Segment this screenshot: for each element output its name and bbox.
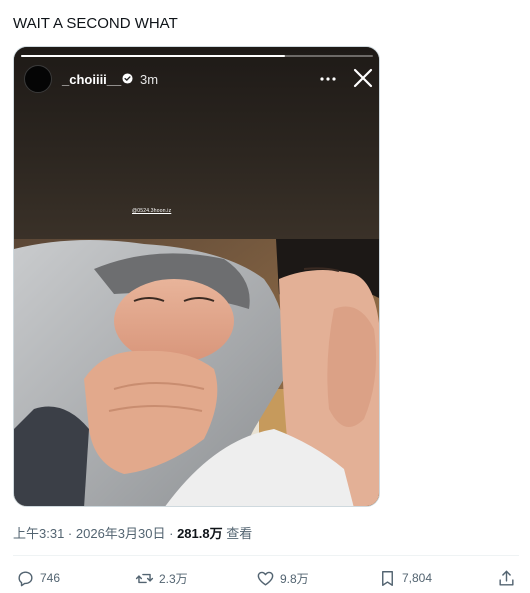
share-icon bbox=[499, 570, 514, 586]
story-progress-fill bbox=[21, 55, 285, 57]
reply-button[interactable]: 746 bbox=[16, 568, 60, 588]
like-heart-icon bbox=[257, 571, 274, 586]
photo-illustration bbox=[14, 239, 379, 506]
tweet-date[interactable]: 2026年3月30日 bbox=[76, 526, 166, 541]
like-button[interactable]: 9.8万 bbox=[256, 568, 309, 588]
meta-separator: · bbox=[165, 526, 178, 541]
retweet-count: 2.3万 bbox=[159, 571, 188, 586]
retweet-icon bbox=[135, 573, 154, 583]
tweet-text: WAIT A SECOND WHAT bbox=[13, 15, 178, 32]
tweet-meta: 上午3:31 · 2026年3月30日 · 281.8万 查看 bbox=[13, 523, 252, 542]
bookmark-button[interactable]: 7,804 bbox=[378, 568, 432, 588]
retweet-button[interactable]: 2.3万 bbox=[135, 568, 188, 588]
views-label: 查看 bbox=[222, 526, 253, 541]
bookmark-count: 7,804 bbox=[402, 571, 433, 585]
story-header-area: _choiiii__ 3m @0524.3hoon.iz bbox=[14, 47, 379, 239]
reply-icon bbox=[18, 570, 33, 586]
story-progress-bar bbox=[21, 55, 373, 57]
reply-count: 746 bbox=[40, 571, 61, 585]
tweet-time[interactable]: 上午3:31 bbox=[13, 526, 64, 541]
story-photo bbox=[14, 239, 379, 506]
share-button[interactable] bbox=[497, 568, 516, 588]
close-x-icon[interactable] bbox=[353, 68, 373, 88]
divider bbox=[13, 555, 519, 556]
verified-badge-icon bbox=[122, 73, 133, 84]
meta-separator: · bbox=[64, 526, 76, 541]
view-count: 281.8万 bbox=[177, 526, 223, 541]
mention-sticker[interactable]: @0524.3hoon.iz bbox=[132, 208, 171, 214]
like-count: 9.8万 bbox=[280, 571, 309, 586]
more-dots-icon[interactable] bbox=[320, 74, 336, 84]
media-card[interactable]: _choiiii__ 3m @0524.3hoon.iz bbox=[13, 46, 380, 507]
story-time: 3m bbox=[140, 72, 159, 87]
story-username[interactable]: _choiiii__ bbox=[62, 72, 121, 87]
story-avatar[interactable] bbox=[24, 65, 52, 93]
bookmark-icon bbox=[382, 570, 393, 586]
